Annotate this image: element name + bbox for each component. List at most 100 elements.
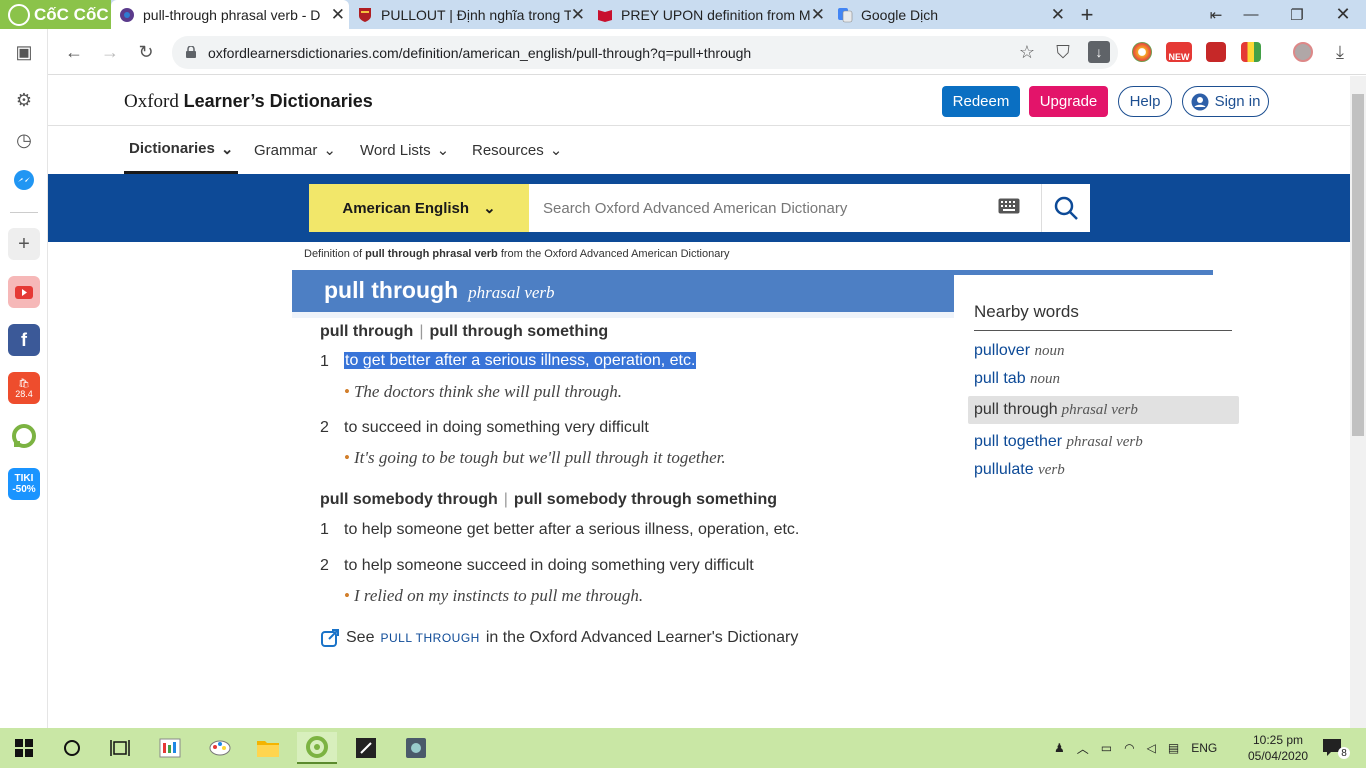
coccoc-taskbar-icon[interactable] (297, 732, 337, 764)
new-tab-icon[interactable]: + (1064, 0, 1110, 29)
search-input[interactable]: Search Oxford Advanced American Dictiona… (529, 184, 1041, 232)
sense-number: 2 (320, 419, 329, 436)
history-icon[interactable]: ◷ (8, 124, 40, 156)
page-scrollbar[interactable] (1350, 76, 1366, 728)
new-extension-icon[interactable]: NEW (1166, 42, 1192, 62)
app-icon-2[interactable] (396, 732, 436, 764)
nearby-item[interactable]: pullulate verb (974, 461, 1065, 479)
nav-grammar[interactable]: Grammar ⌄ (254, 126, 336, 174)
add-icon[interactable]: + (8, 228, 40, 260)
nav-label: Dictionaries (129, 140, 215, 157)
search-circle-icon[interactable] (52, 732, 92, 764)
back-icon[interactable]: ← (63, 41, 85, 63)
paint-icon[interactable] (200, 732, 240, 764)
coccoc-logo-icon (8, 3, 30, 26)
tab-cambridge[interactable]: PULLOUT | Định nghĩa trong T ✕ (349, 0, 589, 29)
tab-close-icon[interactable]: ✕ (811, 5, 825, 25)
coccoc-dict-icon[interactable] (8, 420, 40, 452)
nav-word-lists[interactable]: Word Lists ⌄ (360, 126, 449, 174)
see-also-word[interactable]: PULL THROUGH (380, 631, 479, 645)
bookmark-star-icon[interactable]: ☆ (1016, 41, 1038, 63)
brand-label: CốC CốC (34, 4, 109, 24)
tab-close-icon[interactable]: ✕ (571, 5, 585, 25)
downloads-icon[interactable]: ⤓ (1329, 41, 1351, 63)
sidebar-toggle-icon[interactable]: ▣ (8, 36, 40, 68)
tiki-icon[interactable]: TIKI -50% (8, 468, 40, 500)
see-also-link[interactable]: See PULL THROUGH in the Oxford Advanced … (320, 628, 798, 648)
nearby-item[interactable]: pullover noun (974, 342, 1064, 360)
oxford-logo[interactable]: Oxford Learner’s Dictionaries (124, 91, 373, 113)
forward-icon[interactable]: → (99, 41, 121, 63)
search-button[interactable] (1041, 184, 1090, 232)
nearby-word: pull together (974, 433, 1063, 450)
shopee-icon[interactable]: 🛍 28.4 (8, 372, 40, 404)
nav-dictionaries[interactable]: Dictionaries ⌄ (124, 126, 239, 174)
profile-avatar[interactable] (1293, 42, 1313, 62)
sticky-notes-icon[interactable] (346, 732, 386, 764)
chevron-down-icon: ⌄ (220, 140, 234, 158)
headword-substrip (292, 312, 954, 318)
display-icon[interactable]: ▤ (1168, 741, 1179, 755)
scrollbar-thumb[interactable] (1352, 94, 1364, 436)
color-extension-icon[interactable] (1241, 42, 1261, 62)
tray-chevron-icon[interactable]: ︿ (1077, 740, 1089, 757)
task-view-icon[interactable] (100, 732, 140, 764)
maximize-icon[interactable]: ❐ (1274, 0, 1320, 29)
help-button[interactable]: Help (1118, 86, 1172, 117)
address-bar[interactable]: oxfordlearnersdictionaries.com/definitio… (172, 36, 1118, 69)
selected-text[interactable]: to get better after a serious illness, o… (344, 352, 697, 369)
download-page-icon[interactable]: ↓ (1088, 41, 1110, 63)
notifications-icon[interactable]: 8 (1322, 728, 1350, 768)
logo-oxford: Oxford (124, 91, 184, 112)
example-text: The doctors think she will pull through. (353, 382, 623, 401)
tab-google-translate[interactable]: Google Dịch ✕ (829, 0, 1069, 29)
shield-icon[interactable]: ⛉ (1052, 41, 1074, 63)
sense-definition: to help someone succeed in doing somethi… (344, 557, 754, 574)
phrase-form: pull through (320, 323, 414, 340)
windows-start-icon[interactable] (4, 732, 44, 764)
clock[interactable]: 10:25 pm 05/04/2020 (1248, 728, 1308, 768)
source-bold: pull through phrasal verb (365, 248, 498, 260)
people-icon[interactable]: ♟ (1054, 741, 1065, 755)
keyboard-icon[interactable] (998, 198, 1020, 214)
source-prefix: Definition of (304, 248, 366, 260)
see-also-suffix: in the Oxford Advanced Learner's Diction… (485, 629, 799, 646)
coccoc-menu-button[interactable]: CốC CốC (0, 0, 111, 29)
nearby-pos: phrasal verb (1061, 401, 1138, 418)
reload-icon[interactable]: ↻ (135, 41, 157, 63)
tab-close-icon[interactable]: ✕ (1051, 5, 1065, 25)
youtube-icon[interactable] (8, 276, 40, 308)
tab-close-icon[interactable]: ✕ (331, 5, 345, 25)
clock-time: 10:25 pm (1253, 733, 1304, 747)
messenger-icon[interactable] (8, 164, 40, 196)
nav-resources[interactable]: Resources ⌄ (472, 126, 562, 174)
nav-label: Word Lists (360, 141, 431, 159)
upgrade-button[interactable]: Upgrade (1029, 86, 1108, 117)
phrase-form: pull somebody through (320, 491, 498, 508)
wifi-icon[interactable]: ◠ (1124, 741, 1134, 755)
sign-in-button[interactable]: Sign in (1182, 86, 1269, 117)
nearby-item[interactable]: pull tab noun (974, 370, 1060, 388)
dictionary-select-label: American English (342, 199, 470, 217)
lock-icon (186, 46, 196, 58)
facebook-icon[interactable]: f (8, 324, 40, 356)
battery-icon[interactable]: ▭ (1101, 741, 1112, 755)
input-language[interactable]: ENG (1191, 741, 1217, 755)
tab-oxford[interactable]: pull-through phrasal verb - D ✕ (111, 0, 349, 29)
settings-icon[interactable]: ⚙ (8, 84, 40, 116)
nearby-item-current[interactable]: pull through phrasal verb (968, 396, 1239, 424)
chevron-down-icon: ⌄ (323, 142, 336, 159)
coccoc-extension-icon[interactable] (1132, 42, 1152, 62)
tab-merriam[interactable]: PREY UPON definition from M ✕ (589, 0, 829, 29)
sign-in-label: Sign in (1214, 93, 1261, 110)
volume-icon[interactable]: ◁ (1147, 741, 1156, 755)
dictionary-select[interactable]: American English ⌄ (309, 184, 529, 232)
app-icon-1[interactable] (150, 732, 190, 764)
red-extension-icon[interactable] (1206, 42, 1226, 62)
redeem-button[interactable]: Redeem (942, 86, 1020, 117)
window-close-icon[interactable]: ✕ (1320, 0, 1366, 29)
example-sentence: • The doctors think she will pull through… (344, 382, 622, 402)
minimize-icon[interactable]: — (1228, 0, 1274, 29)
file-explorer-icon[interactable] (248, 732, 288, 764)
nearby-item[interactable]: pull together phrasal verb (974, 433, 1143, 451)
